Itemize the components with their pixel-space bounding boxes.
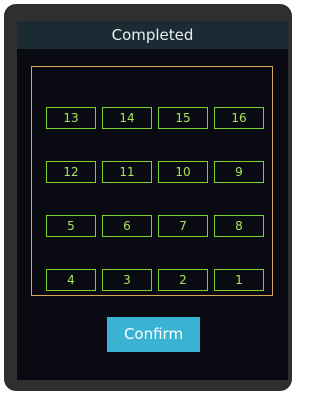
slot-14[interactable]: 14 [102, 107, 152, 129]
slot-7[interactable]: 7 [158, 215, 208, 237]
dialog-screen: Completed 13 14 15 16 12 11 10 9 5 6 7 8… [17, 21, 288, 380]
slot-4[interactable]: 4 [46, 269, 96, 291]
slot-12[interactable]: 12 [46, 161, 96, 183]
confirm-button[interactable]: Confirm [107, 317, 200, 352]
slot-6[interactable]: 6 [102, 215, 152, 237]
slot-8[interactable]: 8 [214, 215, 264, 237]
slot-10[interactable]: 10 [158, 161, 208, 183]
slot-16[interactable]: 16 [214, 107, 264, 129]
slot-13[interactable]: 13 [46, 107, 96, 129]
slot-5[interactable]: 5 [46, 215, 96, 237]
device-frame: Completed 13 14 15 16 12 11 10 9 5 6 7 8… [4, 4, 292, 391]
slot-grid-panel: 13 14 15 16 12 11 10 9 5 6 7 8 4 3 2 1 [31, 66, 273, 296]
slot-9[interactable]: 9 [214, 161, 264, 183]
slot-15[interactable]: 15 [158, 107, 208, 129]
slot-11[interactable]: 11 [102, 161, 152, 183]
slot-1[interactable]: 1 [214, 269, 264, 291]
slot-2[interactable]: 2 [158, 269, 208, 291]
dialog-title: Completed [17, 21, 288, 49]
slot-3[interactable]: 3 [102, 269, 152, 291]
